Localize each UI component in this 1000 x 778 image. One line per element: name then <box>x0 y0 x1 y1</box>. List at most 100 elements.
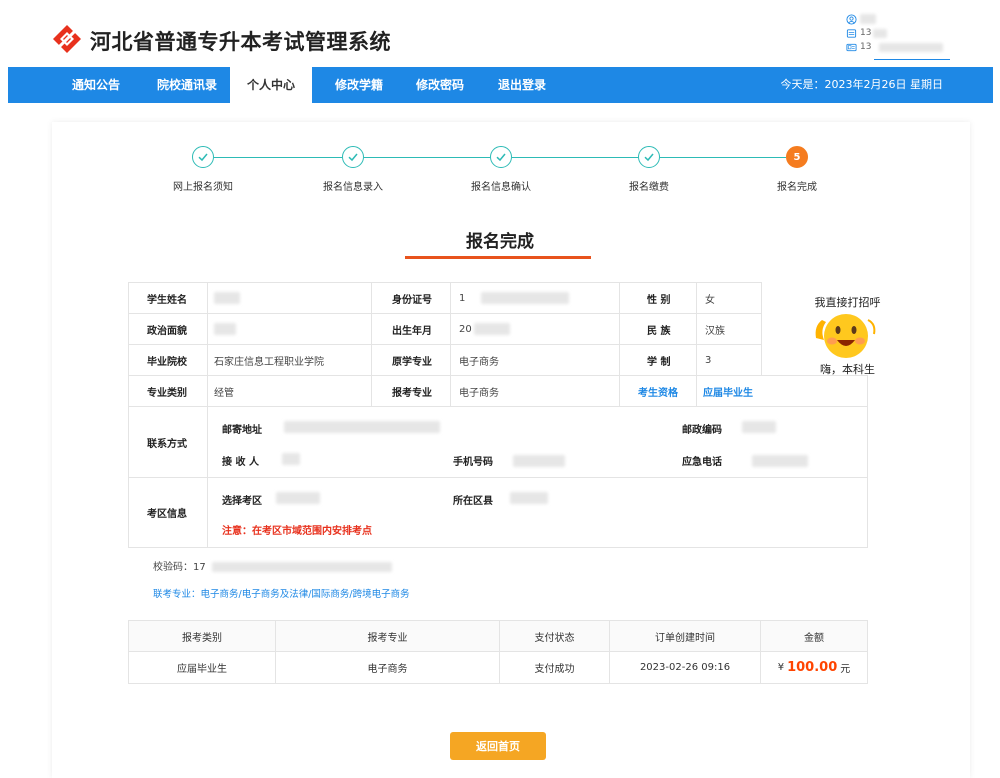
amount-value: 100.00 <box>787 660 838 675</box>
joint-exam-majors: 联考专业：电子商务/电子商务及法律/国际商务/跨境电子商务 <box>153 589 410 600</box>
back-home-button[interactable]: 返回首页 <box>450 732 546 760</box>
site-title: 河北省普通专升本考试管理系统 <box>90 30 391 54</box>
redacted-block <box>214 323 236 335</box>
redacted-block <box>873 28 888 38</box>
currency-unit: 元 <box>840 664 851 675</box>
redacted-block <box>742 421 776 433</box>
order-category: 应届毕业生 <box>128 651 276 684</box>
nav-notice[interactable]: 通知公告 <box>60 67 132 103</box>
step-1-label: 网上报名须知 <box>173 182 233 193</box>
major-category-label: 专业类别 <box>128 375 208 407</box>
exam-area-notice: 注意：在考区市域范围内安排考点 <box>222 526 372 537</box>
order-major: 电子商务 <box>275 651 500 684</box>
select-area-label: 选择考区 <box>222 496 262 507</box>
user-id: 13 <box>860 42 872 52</box>
order-header-status: 支付状态 <box>499 620 610 652</box>
emergency-phone-label: 应急电话 <box>682 457 722 468</box>
id-label: 身份证号 <box>371 282 451 314</box>
apply-major-value: 电子商务 <box>450 375 620 407</box>
order-status: 支付成功 <box>499 651 610 684</box>
political-label: 政治面貌 <box>128 313 208 345</box>
step-4-label: 报名缴费 <box>629 182 669 193</box>
nav-change-password[interactable]: 修改密码 <box>404 67 476 103</box>
waving-face-icon <box>815 314 876 358</box>
user-name-row <box>846 12 956 26</box>
redacted-block <box>752 455 808 467</box>
user-icon <box>846 13 857 25</box>
gender-value: 女 <box>696 282 762 314</box>
user-phone-row: 13 <box>846 26 956 40</box>
postcode-label: 邮政编码 <box>682 425 722 436</box>
order-header-category: 报考类别 <box>128 620 276 652</box>
nav-edit-enrollment[interactable]: 修改学籍 <box>323 67 395 103</box>
system-value: 3 <box>696 344 762 376</box>
order-header-time: 订单创建时间 <box>609 620 761 652</box>
step-connector <box>512 157 638 158</box>
top-header: 河北省普通专升本考试管理系统 13 13 <box>0 0 1000 66</box>
apply-major-label: 报考专业 <box>371 375 451 407</box>
major-category-value: 经管 <box>207 375 372 407</box>
name-label: 学生姓名 <box>128 282 208 314</box>
redacted-block <box>513 455 565 467</box>
nav-logout[interactable]: 退出登录 <box>486 67 558 103</box>
order-amount: ¥ 100.00 元 <box>760 651 868 684</box>
user-underline <box>874 59 950 60</box>
step-3-label: 报名信息确认 <box>471 182 531 193</box>
nav-personal-center[interactable]: 个人中心 <box>230 67 312 103</box>
user-info: 13 13 <box>846 12 956 60</box>
step-3-check-icon <box>490 146 512 168</box>
step-4-check-icon <box>638 146 660 168</box>
redacted-block <box>211 562 392 572</box>
order-time: 2023-02-26 09:16 <box>609 651 761 684</box>
phone-label: 手机号码 <box>453 457 493 468</box>
nav-directory[interactable]: 院校通讯录 <box>140 67 234 103</box>
redacted-block <box>510 492 548 504</box>
contact-label: 联系方式 <box>128 406 208 478</box>
step-connector <box>364 157 490 158</box>
gender-label: 性 别 <box>619 282 697 314</box>
step-2-label: 报名信息录入 <box>323 182 383 193</box>
title-underline <box>405 256 591 259</box>
page-title: 报名完成 <box>466 232 534 252</box>
exam-area-label: 考区信息 <box>128 477 208 548</box>
redacted-block <box>284 421 440 433</box>
today-date: 今天是：2023年2月26日 星期日 <box>780 78 944 91</box>
redacted-block <box>473 323 510 335</box>
birth-value: 20 <box>450 313 620 345</box>
step-2-check-icon <box>342 146 364 168</box>
school-label: 毕业院校 <box>128 344 208 376</box>
sticker-image: 我直接打招呼 嗨，本科生 <box>800 294 895 384</box>
sticker-caption-bottom: 嗨，本科生 <box>820 363 875 376</box>
logo-icon <box>53 25 81 53</box>
redacted-block <box>860 14 876 24</box>
redacted-block <box>282 453 300 465</box>
qualification-label: 考生资格 <box>619 375 697 407</box>
birth-label: 出生年月 <box>371 313 451 345</box>
redacted-block <box>276 492 320 504</box>
user-id-row: 13 <box>846 40 956 54</box>
orig-major-label: 原学专业 <box>371 344 451 376</box>
ethnic-value: 汉族 <box>696 313 762 345</box>
receiver-label: 接 收 人 <box>222 457 259 468</box>
check-code: 校验码：17 <box>153 558 392 573</box>
user-phone: 13 <box>860 28 872 38</box>
contact-block <box>207 406 868 478</box>
redacted-block <box>214 292 240 304</box>
school-value: 石家庄信息工程职业学院 <box>207 344 372 376</box>
exam-area-block <box>207 477 868 548</box>
political-value <box>207 313 372 345</box>
order-header-amount: 金额 <box>760 620 868 652</box>
name-value <box>207 282 372 314</box>
step-5-label: 报名完成 <box>777 182 817 193</box>
redacted-block <box>481 292 570 304</box>
currency-symbol: ¥ <box>777 662 785 673</box>
step-connector <box>660 157 786 158</box>
step-connector <box>214 157 342 158</box>
mail-address-label: 邮寄地址 <box>222 425 262 436</box>
redacted-block <box>879 42 944 52</box>
step-1-check-icon <box>192 146 214 168</box>
district-label: 所在区县 <box>453 496 493 507</box>
id-value: 1 <box>450 282 620 314</box>
orig-major-value: 电子商务 <box>450 344 620 376</box>
system-label: 学 制 <box>619 344 697 376</box>
